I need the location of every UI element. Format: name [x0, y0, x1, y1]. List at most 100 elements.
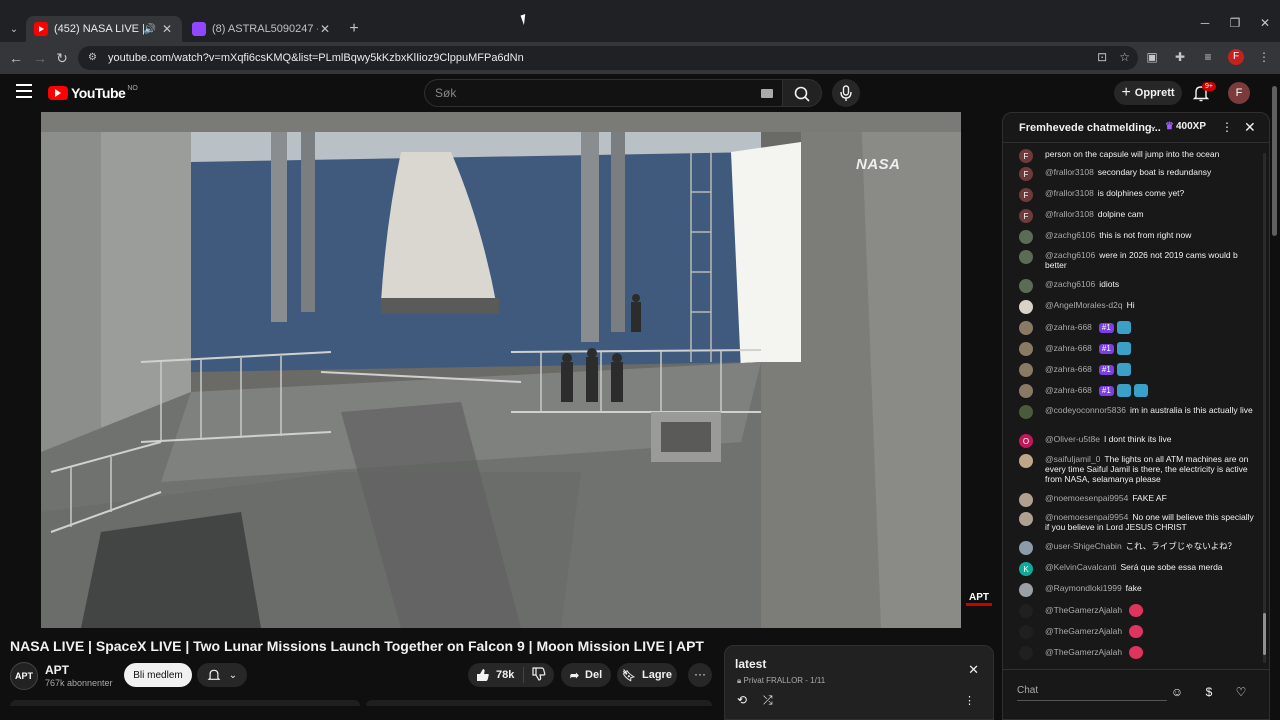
chat-avatar[interactable] [1019, 321, 1033, 335]
close-window-icon[interactable]: ✕ [1250, 16, 1280, 30]
chat-message[interactable]: @user-ShigeChabin これ、ライブじゃないよね？ [1019, 541, 1255, 555]
chat-author[interactable]: @zachg6106 [1045, 230, 1095, 240]
chat-close-icon[interactable]: ✕ [1244, 119, 1256, 136]
chat-author[interactable]: @zahra-668 [1045, 343, 1092, 353]
address-bar[interactable]: ⚙ youtube.com/watch?v=mXqfi6csKMQ&list=P… [78, 46, 1138, 70]
tab-close-icon[interactable]: ✕ [160, 22, 174, 36]
chat-message[interactable]: @noemoesenpai9954 FAKE AF [1019, 493, 1255, 507]
chat-message[interactable]: @saifuljamil_0 The lights on all ATM mach… [1019, 454, 1255, 484]
extension-icon[interactable]: ▣ [1144, 49, 1160, 65]
playlist-more-icon[interactable]: ⋮ [964, 694, 975, 707]
voice-search-button[interactable] [832, 79, 860, 107]
chat-mode-title[interactable]: Fremhevede chatmelding... [1019, 122, 1161, 134]
account-avatar[interactable]: F [1228, 82, 1250, 104]
chat-author[interactable]: @frallor3108 [1045, 167, 1094, 177]
chat-avatar[interactable] [1019, 250, 1033, 264]
tab-twitch[interactable]: (8) ASTRAL5090247 - Twitch ✕ [184, 16, 340, 42]
maximize-icon[interactable]: ❐ [1220, 16, 1250, 30]
chat-author[interactable]: @noemoesenpai9954 [1045, 493, 1128, 503]
subscription-bell-button[interactable]: ⌄ [197, 663, 247, 687]
site-info-icon[interactable]: ⚙ [88, 52, 100, 64]
forward-icon[interactable]: → [32, 50, 48, 66]
page-scrollbar[interactable] [1272, 86, 1277, 236]
chat-avatar[interactable] [1019, 512, 1033, 526]
chat-avatar[interactable] [1019, 583, 1033, 597]
super-chat-icon[interactable]: $ [1201, 684, 1217, 700]
chat-message[interactable]: @codeyoconnor5836 im in australia is this… [1019, 405, 1255, 419]
back-icon[interactable]: ← [8, 50, 24, 66]
kebab-menu-icon[interactable]: ⋮ [1256, 49, 1272, 65]
chat-avatar[interactable]: F [1019, 167, 1033, 181]
chat-author[interactable]: @frallor3108 [1045, 188, 1094, 198]
chat-input[interactable] [1017, 681, 1167, 701]
chat-author[interactable]: @AngelMorales-d2q [1045, 300, 1123, 310]
chat-avatar[interactable] [1019, 405, 1033, 419]
chat-avatar[interactable] [1019, 625, 1033, 639]
install-icon[interactable]: ⊡ [1097, 50, 1107, 64]
tab-youtube[interactable]: (452) NASA LIVE | SpaceX LIVE 🔊 ✕ [26, 16, 182, 42]
chat-author[interactable]: @noemoesenpai9954 [1045, 512, 1128, 522]
chat-avatar[interactable] [1019, 493, 1033, 507]
chat-author[interactable]: @TheGamerzAjalah [1045, 605, 1122, 615]
chat-author[interactable]: @user-ShigeChabin [1045, 541, 1122, 551]
chat-author[interactable]: @Raymondloki1999 [1045, 583, 1122, 593]
search-input[interactable] [435, 86, 735, 100]
chat-message[interactable]: @zahra-668 #1 [1019, 342, 1255, 356]
chat-message[interactable]: F @frallor3108 is dolphines come yet? [1019, 188, 1255, 202]
chat-message[interactable]: F @frallor3108 dolpine cam [1019, 209, 1255, 223]
chat-author[interactable]: @zahra-668 [1045, 322, 1092, 332]
dislike-button[interactable] [524, 666, 546, 684]
chat-message[interactable]: @zahra-668 #1 [1019, 384, 1255, 398]
chat-avatar[interactable] [1019, 541, 1033, 555]
chat-message[interactable]: @TheGamerzAjalah [1019, 646, 1255, 660]
share-button[interactable]: ➦ Del [561, 663, 611, 687]
chat-message[interactable]: @AngelMorales-d2q Hi [1019, 300, 1255, 314]
chat-message[interactable]: @TheGamerzAjalah [1019, 625, 1255, 639]
chat-message[interactable]: @zachg6106 were in 2026 not 2019 cams wou… [1019, 250, 1255, 270]
save-button[interactable]: 🔖︎ Lagre [617, 663, 677, 687]
playlist-title[interactable]: latest [735, 657, 766, 671]
chat-avatar[interactable] [1019, 300, 1033, 314]
chat-author[interactable]: @zahra-668 [1045, 364, 1092, 374]
chat-author[interactable]: @Oliver-u5t8e [1045, 434, 1100, 444]
puzzle-icon[interactable]: ✚ [1172, 49, 1188, 65]
chat-avatar[interactable]: F [1019, 209, 1033, 223]
chat-message[interactable]: O @Oliver-u5t8e I dont think its live [1019, 434, 1255, 448]
chat-message[interactable]: Fperson on the capsule will jump into th… [1019, 149, 1255, 163]
youtube-logo[interactable]: YouTube NO [48, 85, 138, 101]
keyboard-icon[interactable] [761, 89, 773, 98]
like-button[interactable]: 78k [468, 667, 524, 683]
chat-avatar[interactable]: O [1019, 434, 1033, 448]
chat-message[interactable]: @noemoesenpai9954 No one will believe thi… [1019, 512, 1255, 532]
chat-avatar[interactable] [1019, 384, 1033, 398]
chat-message[interactable]: @Raymondloki1999 fake [1019, 583, 1255, 597]
chat-message[interactable]: @zachg6106 this is not from right now [1019, 230, 1255, 244]
reload-icon[interactable]: ↻ [54, 50, 70, 66]
chevron-down-icon[interactable]: ⌄ [1149, 121, 1157, 132]
emoji-icon[interactable]: ☺ [1169, 684, 1185, 700]
chat-avatar[interactable]: F [1019, 149, 1033, 163]
xp-badge[interactable]: ♛ 400XP [1165, 121, 1206, 132]
chat-avatar[interactable]: K [1019, 562, 1033, 576]
more-actions-icon[interactable]: ··· [688, 663, 712, 687]
chat-message[interactable]: @TheGamerzAjalah [1019, 604, 1255, 618]
new-tab-icon[interactable]: + [346, 20, 362, 38]
shuffle-icon[interactable]: ⤮ [763, 693, 773, 708]
chat-avatar[interactable] [1019, 279, 1033, 293]
video-player[interactable]: NASA [41, 112, 961, 628]
speaker-icon[interactable]: 🔊 [144, 24, 156, 35]
playlist-close-icon[interactable]: ✕ [968, 662, 979, 678]
chat-author[interactable]: @frallor3108 [1045, 209, 1094, 219]
chat-author[interactable]: @zahra-668 [1045, 385, 1092, 395]
bookmark-star-icon[interactable]: ☆ [1119, 50, 1130, 64]
chat-author[interactable]: @zachg6106 [1045, 279, 1095, 289]
chat-avatar[interactable]: F [1019, 188, 1033, 202]
chat-message[interactable]: @zahra-668 #1 [1019, 321, 1255, 335]
minimize-icon[interactable]: ─ [1190, 16, 1220, 30]
chat-message[interactable]: K @KelvinCavalcanti Será que sobe essa mer… [1019, 562, 1255, 576]
profile-avatar[interactable]: F [1228, 49, 1244, 65]
media-queue-icon[interactable]: ≡ [1200, 49, 1216, 65]
chat-author[interactable]: @codeyoconnor5836 [1045, 405, 1126, 415]
create-button[interactable]: + Opprett [1114, 81, 1182, 105]
join-button[interactable]: Bli medlem [124, 663, 192, 687]
